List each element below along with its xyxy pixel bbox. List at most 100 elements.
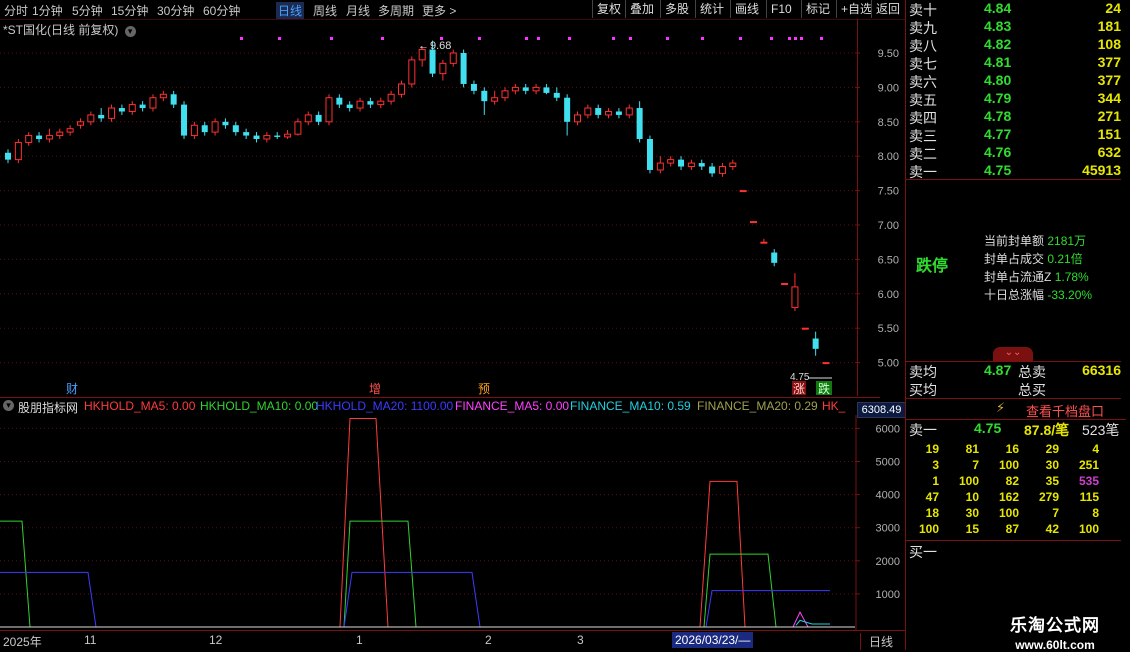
queue-order: 100: [998, 458, 1019, 472]
seal-stat-label: 封单占成交: [984, 252, 1045, 266]
f10-button[interactable]: F10: [766, 0, 796, 18]
ask-price: 4.84: [984, 0, 1012, 16]
ask-volume: 377: [1097, 54, 1121, 70]
ask-row[interactable]: 卖九 4.83 181: [906, 18, 1121, 36]
ask-level-label: 卖四: [909, 110, 937, 126]
draw-line-button[interactable]: 画线: [730, 0, 763, 18]
qianda-button[interactable]: ⚡ 查看千档盘口: [906, 399, 1126, 420]
queue-order: 279: [1038, 490, 1059, 504]
ask-volume: 377: [1097, 72, 1121, 88]
ask-level-label: 卖八: [909, 38, 937, 54]
event-marker-increase[interactable]: 增: [369, 382, 381, 396]
queue-order: 29: [1045, 442, 1059, 456]
period-60min[interactable]: 60分钟: [203, 2, 240, 19]
queue-order: 18: [925, 506, 939, 520]
indicator-axis-tick: 5000: [876, 457, 900, 469]
indicator-legend-item: HKHOLD_MA5: 0.00: [84, 399, 196, 413]
back-button[interactable]: 返回: [871, 0, 904, 18]
ask-row[interactable]: 卖七 4.81 377: [906, 54, 1121, 72]
ask-level-label: 卖十: [909, 2, 937, 18]
lightning-icon: ⚡: [996, 400, 1006, 415]
multi-stock-button[interactable]: 多股: [660, 0, 693, 18]
price-axis-tick: 9.00: [878, 82, 899, 94]
ask-row[interactable]: 卖五 4.79 344: [906, 90, 1121, 108]
overlay-button[interactable]: 叠加: [625, 0, 658, 18]
finance-ma10-line: [795, 619, 830, 626]
indicator-legend-item: HK_: [822, 399, 846, 413]
event-marker-forecast[interactable]: 预: [478, 382, 490, 396]
price-axis-tick: 5.50: [878, 323, 899, 335]
period-5min[interactable]: 5分钟: [72, 2, 103, 19]
mark-button[interactable]: 标记: [801, 0, 834, 18]
adjust-button[interactable]: 复权: [592, 0, 625, 18]
sell-one-row: 卖一 4.75 87.8/笔 523笔: [906, 420, 1121, 438]
stats-button[interactable]: 统计: [695, 0, 728, 18]
ask-row[interactable]: 卖八 4.82 108: [906, 36, 1121, 54]
add-watchlist-button[interactable]: +自选: [836, 0, 876, 18]
axis-period-label[interactable]: 日线: [860, 633, 893, 650]
sell-one-per-order: 87.8/笔: [1024, 422, 1070, 438]
seal-stat-value: 0.21倍: [1047, 252, 1083, 266]
seal-stat-row: 封单占流通Z 1.78%: [984, 268, 1089, 285]
total-sell-value: 66316: [1082, 362, 1121, 378]
qianda-button-label: 查看千档盘口: [1026, 404, 1105, 419]
ask-level-label: 卖六: [909, 74, 937, 90]
queue-order: 162: [998, 490, 1019, 504]
ask-level-label: 卖九: [909, 20, 937, 36]
ask-row[interactable]: 卖二 4.76 632: [906, 144, 1121, 162]
period-1min[interactable]: 1分钟: [32, 2, 63, 19]
period-15min[interactable]: 15分钟: [111, 2, 148, 19]
queue-order: 35: [1045, 474, 1059, 488]
ask-row[interactable]: 卖一 4.75 45913: [906, 162, 1121, 180]
period-intraday[interactable]: 分时: [4, 2, 28, 19]
ask-row[interactable]: 卖三 4.77 151: [906, 126, 1121, 144]
period-weekly[interactable]: 周线: [313, 2, 337, 19]
cursor-date-label: 2026/03/23/—: [672, 632, 754, 648]
indicator-axis-tick: 3000: [876, 523, 900, 535]
ask-volume: 632: [1097, 144, 1121, 160]
buy-one-label: 买一: [909, 544, 937, 560]
main-chart-svg: 9.50 9.00 8.50 8.00 7.50 7.00 6.50 6.00 5.50 5.00…: [0, 37, 899, 396]
queue-order: 16: [1005, 442, 1019, 456]
limit-down-marker[interactable]: 跌: [818, 381, 830, 396]
price-axis-tick: 8.50: [878, 117, 899, 129]
seal-stat-row: 封单占成交 0.21倍: [984, 250, 1083, 267]
queue-order: 115: [1079, 490, 1099, 504]
avg-sell-price: 4.87: [984, 362, 1012, 378]
indicator-chart-svg: 6000 5000 4000 3000 2000 1000: [0, 415, 900, 630]
queue-order: 7: [972, 458, 979, 472]
period-multi[interactable]: 多周期: [378, 2, 414, 19]
peak-price-label: 9.68: [430, 40, 451, 52]
watermark-title: 乐淘公式网: [1010, 616, 1100, 635]
queue-order: 100: [918, 522, 939, 536]
ask-row[interactable]: 卖十 4.84 24: [906, 0, 1121, 18]
event-marker-finance[interactable]: 财: [66, 382, 78, 396]
seal-stat-value: -33.20%: [1047, 288, 1093, 302]
queue-order: 42: [1045, 522, 1059, 536]
seal-stat-row: 十日总涨幅 -33.20%: [984, 286, 1092, 303]
indicator-name[interactable]: 股朋指标网: [18, 399, 78, 416]
ask-row[interactable]: 卖四 4.78 271: [906, 108, 1121, 126]
period-monthly[interactable]: 月线: [346, 2, 370, 19]
indicator-legend-item: FINANCE_MA10: 0.59: [570, 399, 691, 413]
ask-price: 4.76: [984, 144, 1012, 160]
chevron-down-icon[interactable]: ⌄⌄: [993, 347, 1033, 361]
hkhold-ma20-line-3: [705, 590, 830, 628]
ask-row[interactable]: 卖六 4.80 377: [906, 72, 1121, 90]
price-axis-tick: 5.00: [878, 358, 899, 370]
queue-order: 8: [1092, 506, 1099, 520]
ask-volume: 271: [1097, 108, 1121, 124]
axis-month-2: 2: [485, 633, 492, 647]
seal-stat-label: 十日总涨幅: [984, 288, 1045, 302]
ask-price: 4.81: [984, 54, 1012, 70]
limit-up-marker[interactable]: 涨: [793, 381, 805, 396]
period-more[interactable]: 更多 >: [422, 2, 456, 19]
indicator-legend-item: HKHOLD_MA20: 1100.00: [316, 399, 454, 413]
total-sell-label: 总卖: [1018, 364, 1046, 380]
indicator-legend-item: HKHOLD_MA10: 0.00: [200, 399, 319, 413]
queue-order: 82: [1005, 474, 1019, 488]
indicator-toggle-icon[interactable]: ▾: [3, 400, 14, 411]
period-daily[interactable]: 日线: [276, 2, 305, 19]
period-30min[interactable]: 30分钟: [157, 2, 194, 19]
ask-level-label: 卖三: [909, 128, 937, 144]
